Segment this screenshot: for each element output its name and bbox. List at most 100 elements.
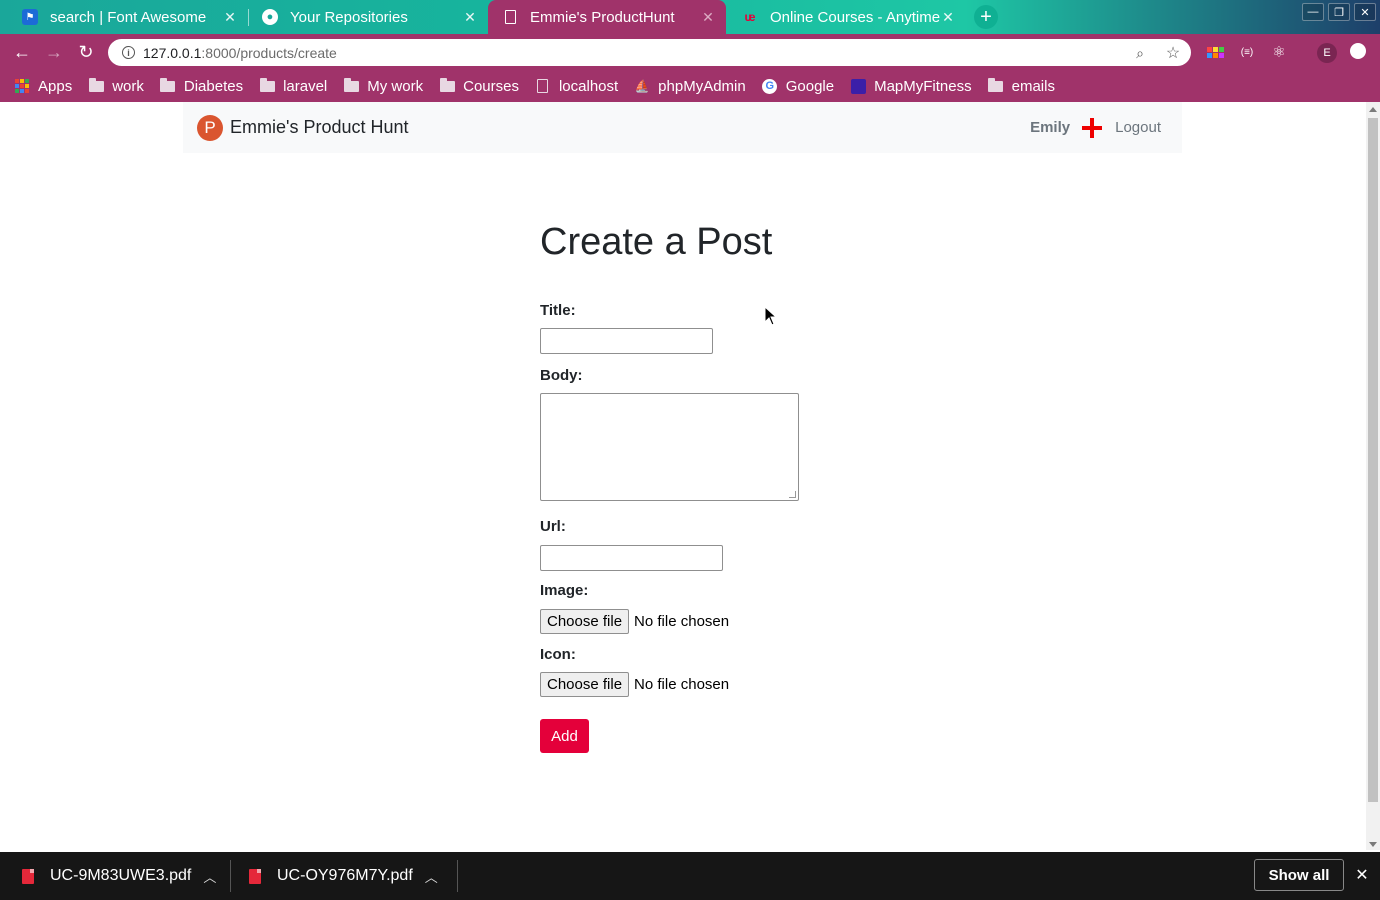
brand-link[interactable]: P Emmie's Product Hunt [197,114,409,141]
folder-icon [259,77,275,93]
bookmark-my-work[interactable]: My work [343,77,424,95]
close-icon[interactable]: ✕ [940,9,956,26]
icon-file-status: No file chosen [634,676,730,693]
menu-dot-icon[interactable] [1350,43,1366,59]
bookmark-label: Apps [38,77,73,95]
image-file-status: No file chosen [634,613,730,630]
brand-name: Emmie's Product Hunt [230,117,409,137]
page-title: Create a Post [540,221,773,263]
download-divider [457,860,458,892]
page-viewport: P Emmie's Product Hunt Emily Logout Crea… [0,102,1366,850]
bookmark-courses[interactable]: Courses [439,77,519,95]
bookmark-label: phpMyAdmin [658,77,746,95]
body-textarea[interactable] [540,393,799,501]
nav-user-name[interactable]: Emily [1030,119,1070,136]
minimize-icon[interactable]: — [1302,3,1324,21]
bookmark-label: Diabetes [183,77,244,95]
tab-font-awesome[interactable]: ⚑ search | Font Awesome ✕ [8,0,248,34]
url-host: 127.0.0.1 [143,44,202,61]
site-navbar: P Emmie's Product Hunt Emily Logout [183,102,1182,153]
page-icon [502,9,518,25]
navbar-right: Emily Logout [1030,102,1161,153]
url-input[interactable] [540,545,723,571]
tab-online-courses[interactable]: ᵫ Online Courses - Anytime ✕ [728,0,966,34]
reload-icon[interactable]: ↻ [75,41,97,63]
close-icon[interactable]: ✕ [1353,864,1371,886]
bookmark-diabetes[interactable]: Diabetes [160,77,244,95]
mapmyfitness-icon [850,78,866,94]
bookmark-label: My work [367,77,424,95]
title-input[interactable] [540,328,713,354]
close-icon[interactable]: ✕ [222,9,238,26]
scroll-up-icon[interactable] [1369,107,1377,112]
bookmark-localhost[interactable]: localhost [535,78,618,95]
apps-grid-icon [14,79,30,93]
bookmark-emails[interactable]: emails [988,77,1055,95]
close-icon[interactable]: ✕ [462,9,478,26]
new-tab-button[interactable]: + [974,5,998,29]
mouse-cursor-icon [764,306,778,326]
google-icon: G [762,78,778,94]
url-path: :8000/products/create [201,44,337,61]
image-choose-file-button[interactable]: Choose file [540,609,630,634]
react-devtools-icon[interactable]: ⚛ [1270,43,1288,61]
color-palette-extension-icon[interactable] [1206,43,1224,61]
tab-title: Your Repositories [290,8,408,26]
download-item[interactable]: UC-9M83UWE3.pdf ︿ [22,852,216,900]
bookmark-mapmyfitness[interactable]: MapMyFitness [850,78,972,95]
folder-icon [160,77,176,93]
bookmark-label: Google [785,77,835,95]
info-icon[interactable]: i [122,46,135,59]
logout-link[interactable]: Logout [1115,119,1161,136]
folder-icon [343,77,359,93]
bookmarks-bar: Apps work Diabetes laravel My work Cours… [0,70,1380,102]
chevron-up-icon[interactable]: ︿ [425,867,438,886]
download-item[interactable]: UC-OY976M7Y.pdf ︿ [249,852,438,900]
bookmark-label: emails [1011,77,1055,95]
tab-your-repositories[interactable]: ● Your Repositories ✕ [248,0,488,34]
bookmark-label: Courses [463,77,519,95]
bookmark-label: MapMyFitness [874,77,972,95]
add-button[interactable]: Add [540,719,589,753]
folder-icon [88,77,104,93]
forward-icon[interactable]: → [43,41,65,63]
bookmark-phpmyadmin[interactable]: ⛵ phpMyAdmin [634,78,746,95]
add-product-plus-icon[interactable] [1082,117,1103,138]
bookmark-google[interactable]: G Google [762,78,834,95]
back-icon[interactable]: ← [11,41,33,63]
title-label: Title: [540,302,576,319]
icon-choose-file-button[interactable]: Choose file [540,672,630,697]
scroll-down-icon[interactable] [1369,842,1377,847]
icon-label: Icon: [540,646,576,663]
tab-strip: ⚑ search | Font Awesome ✕ ● Your Reposit… [0,0,1380,34]
restore-icon[interactable]: ❐ [1328,3,1350,21]
bookmark-laravel[interactable]: laravel [259,77,327,95]
download-divider [230,860,231,892]
chevron-up-icon[interactable]: ︿ [203,867,216,886]
bookmark-work[interactable]: work [88,77,144,95]
url-label: Url: [540,518,566,535]
bookmark-apps[interactable]: Apps [14,78,72,95]
producthunt-logo-icon: P [197,114,223,141]
download-filename: UC-OY976M7Y.pdf [277,867,413,884]
tab-title: search | Font Awesome [50,8,207,26]
address-bar[interactable]: i 127.0.0.1:8000/products/create ⌕ ☆ [108,39,1191,66]
tab-emmies-producthunt[interactable]: Emmie's ProductHunt ✕ [488,0,726,34]
image-file-input: Choose file No file chosen [540,609,729,634]
close-window-icon[interactable]: ✕ [1354,3,1376,21]
bookmark-label: work [112,77,144,95]
scrollbar-thumb[interactable] [1368,118,1378,802]
page-icon [535,79,551,93]
close-icon[interactable]: ✕ [700,9,716,26]
pdf-file-icon [22,868,34,884]
show-all-button[interactable]: Show all [1254,859,1344,891]
profile-avatar[interactable]: E [1317,43,1337,63]
download-filename: UC-9M83UWE3.pdf [50,867,192,884]
udemy-icon: ᵫ [744,10,756,24]
bookmark-star-icon[interactable]: ☆ [1164,44,1182,62]
image-label: Image: [540,582,589,599]
page-scrollbar[interactable] [1366,102,1380,850]
json-viewer-extension-icon[interactable]: (≡) [1238,43,1256,61]
zoom-icon[interactable]: ⌕ [1131,44,1149,62]
pdf-file-icon [249,868,261,884]
